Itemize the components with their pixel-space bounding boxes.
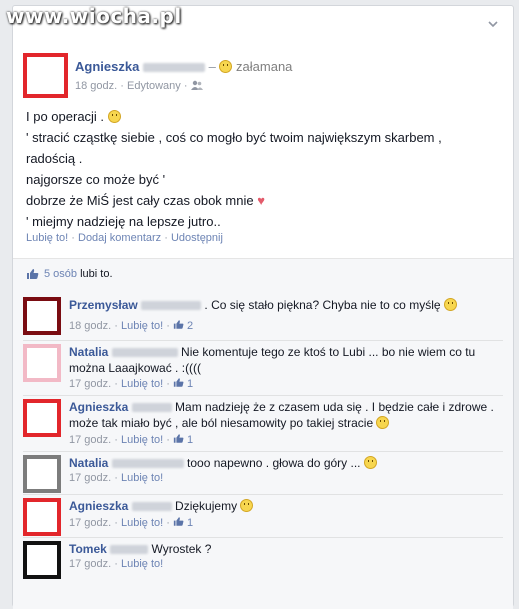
- comment-like-button[interactable]: Lubię to!: [121, 320, 163, 332]
- commenter-name[interactable]: Tomek: [69, 542, 107, 556]
- commenter-name[interactable]: Agnieszka: [69, 499, 128, 513]
- comment-like-button[interactable]: Lubię to!: [121, 558, 163, 570]
- comment-like-count[interactable]: 1: [187, 378, 193, 390]
- author-avatar[interactable]: [23, 53, 68, 98]
- redacted-surname: [111, 459, 184, 469]
- post-timestamp[interactable]: 18 godz.: [75, 80, 117, 92]
- comment-like-count[interactable]: 1: [187, 434, 193, 446]
- add-comment-button[interactable]: Dodaj komentarz: [78, 232, 161, 244]
- chevron-down-icon[interactable]: [487, 18, 499, 30]
- comments-section: Przemysław . Co się stało piękna? Chyba …: [13, 289, 513, 609]
- like-button[interactable]: Lubię to!: [26, 232, 68, 244]
- post-line: dobrze że MiŚ jest cały czas obok mnie: [26, 193, 254, 208]
- sad-face-icon: [376, 416, 390, 429]
- comment-time[interactable]: 17 godz.: [69, 378, 111, 390]
- comment-like-button[interactable]: Lubię to!: [121, 517, 163, 529]
- commenter-avatar[interactable]: [23, 297, 61, 335]
- smiley-icon: [107, 110, 121, 123]
- smiley-icon: [443, 298, 457, 311]
- edited-label[interactable]: Edytowany: [127, 80, 181, 92]
- heart-icon: ♥: [257, 193, 265, 208]
- commenter-avatar[interactable]: [23, 399, 61, 437]
- comment-like-button[interactable]: Lubię to!: [121, 472, 163, 484]
- commenter-name[interactable]: Natalia: [69, 345, 108, 359]
- comment-time[interactable]: 17 godz.: [69, 472, 111, 484]
- commenter-avatar[interactable]: [23, 455, 61, 493]
- post-line: najgorsze co może być ': [26, 172, 166, 187]
- commenter-name[interactable]: Agnieszka: [69, 400, 128, 414]
- redacted-surname: [110, 545, 149, 555]
- friends-icon[interactable]: [190, 80, 203, 94]
- smiley-icon: [240, 499, 254, 512]
- post-author-name[interactable]: Agnieszka: [75, 59, 139, 74]
- comment-text: tooo napewno . głowa do góry ...: [187, 456, 361, 470]
- redacted-surname: [141, 301, 202, 311]
- thumbs-up-icon: [26, 268, 39, 283]
- comment-time[interactable]: 17 godz.: [69, 517, 111, 529]
- comment-time[interactable]: 18 godz.: [69, 320, 111, 332]
- likes-suffix: lubi to.: [80, 268, 113, 280]
- redacted-surname: [111, 348, 178, 358]
- thumbs-up-icon: [173, 319, 184, 330]
- commenter-name[interactable]: Natalia: [69, 456, 108, 470]
- comment-text: . Co się stało piękna? Chyba nie to co m…: [204, 298, 441, 312]
- commenter-avatar[interactable]: [23, 498, 61, 536]
- likes-summary: 5 osób lubi to.: [13, 258, 513, 290]
- comment-like-count[interactable]: 2: [187, 320, 193, 332]
- commenter-avatar[interactable]: [23, 344, 61, 382]
- sad-face-icon: [219, 60, 233, 73]
- comment-like-button[interactable]: Lubię to!: [121, 434, 163, 446]
- watermark-logo: www.wiocha.pl: [6, 4, 182, 28]
- comment-like-count[interactable]: 1: [187, 517, 193, 529]
- post-body: I po operacji . ' stracić cząstkę siebie…: [26, 106, 442, 232]
- post-line: radością .: [26, 151, 83, 166]
- thumbs-up-icon: [173, 516, 184, 527]
- comment-like-button[interactable]: Lubię to!: [121, 378, 163, 390]
- post-line: ' miejmy nadzieję na lepsze jutro..: [26, 214, 221, 229]
- redacted-surname: [131, 502, 172, 512]
- thumbs-up-icon: [173, 433, 184, 444]
- share-button[interactable]: Udostępnij: [171, 232, 223, 244]
- commenter-avatar[interactable]: [23, 541, 61, 579]
- redacted-surname: [131, 403, 172, 413]
- likes-count-link[interactable]: 5 osób: [44, 268, 77, 280]
- post-line: I po operacji .: [26, 109, 105, 124]
- comment-text: Wyrostek ?: [151, 542, 212, 556]
- commenter-name[interactable]: Przemysław: [69, 298, 138, 312]
- post-card: Agnieszka – załamana 18 godz. · Edytowan…: [12, 5, 514, 609]
- comment-time[interactable]: 17 godz.: [69, 558, 111, 570]
- post-line: ' stracić cząstkę siebie , coś co mogło …: [26, 130, 442, 145]
- smiley-icon: [363, 456, 377, 469]
- comment-time[interactable]: 17 godz.: [69, 434, 111, 446]
- comment-text: Dziękujemy: [175, 499, 238, 513]
- feeling-label: załamana: [236, 59, 293, 74]
- thumbs-up-icon: [173, 377, 184, 388]
- redacted-surname: [142, 63, 205, 73]
